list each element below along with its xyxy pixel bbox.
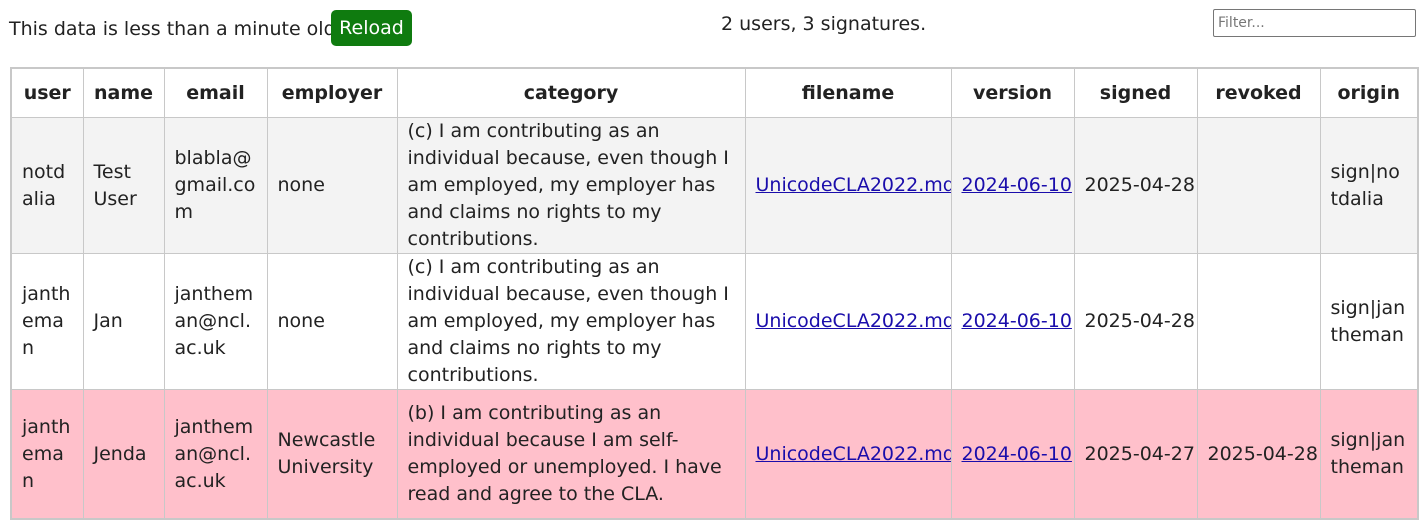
cell-origin: sign|notdalia	[1319, 117, 1419, 254]
summary-count-text: 2 users, 3 signatures.	[721, 13, 927, 35]
cell-name: Test User	[82, 117, 165, 254]
cell-email: blabla@gmail.com	[163, 117, 268, 254]
column-header-revoked[interactable]: revoked	[1196, 67, 1321, 118]
cell-filename: UnicodeCLA2022.md	[744, 117, 952, 254]
cell-signed: 2025-04-27	[1073, 389, 1198, 520]
toolbar: This data is less than a minute old. Rel…	[0, 0, 1424, 66]
version-link[interactable]: 2024-06-10	[962, 443, 1072, 465]
cell-origin: sign|jantheman	[1319, 389, 1419, 520]
cell-email: jantheman@ncl.ac.uk	[163, 389, 268, 520]
cell-signed: 2025-04-28	[1073, 117, 1198, 254]
cell-user: notdalia	[10, 117, 84, 254]
filename-link[interactable]: UnicodeCLA2022.md	[756, 310, 951, 332]
version-link[interactable]: 2024-06-10	[962, 174, 1072, 196]
column-header-category[interactable]: category	[396, 67, 746, 118]
cell-user: jantheman	[10, 389, 84, 520]
reload-button[interactable]: Reload	[331, 10, 412, 46]
column-header-signed[interactable]: signed	[1073, 67, 1198, 118]
filename-link[interactable]: UnicodeCLA2022.md	[756, 174, 951, 196]
data-freshness-text: This data is less than a minute old.	[9, 18, 342, 40]
cell-version: 2024-06-10	[950, 117, 1075, 254]
cell-filename: UnicodeCLA2022.md	[744, 389, 952, 520]
table-header: user name email employer category filena…	[10, 67, 1419, 118]
cell-filename: UnicodeCLA2022.md	[744, 253, 952, 390]
column-header-version[interactable]: version	[950, 67, 1075, 118]
cell-category: (c) I am contributing as an individual b…	[396, 253, 746, 390]
column-header-email[interactable]: email	[163, 67, 268, 118]
table-row: jantheman Jan jantheman@ncl.ac.uk none (…	[10, 253, 1419, 390]
column-header-employer[interactable]: employer	[266, 67, 398, 118]
table-row: notdalia Test User blabla@gmail.com none…	[10, 117, 1419, 254]
table-row-revoked: jantheman Jenda jantheman@ncl.ac.uk Newc…	[10, 389, 1419, 520]
cell-user: jantheman	[10, 253, 84, 390]
column-header-origin[interactable]: origin	[1319, 67, 1419, 118]
cell-version: 2024-06-10	[950, 389, 1075, 520]
cell-category: (b) I am contributing as an individual b…	[396, 389, 746, 520]
header-row: user name email employer category filena…	[10, 67, 1419, 118]
filename-link[interactable]: UnicodeCLA2022.md	[756, 443, 951, 465]
column-header-user[interactable]: user	[10, 67, 84, 118]
column-header-name[interactable]: name	[82, 67, 165, 118]
cell-name: Jenda	[82, 389, 165, 520]
cell-employer: none	[266, 117, 398, 254]
cell-category: (c) I am contributing as an individual b…	[396, 117, 746, 254]
column-header-filename[interactable]: filename	[744, 67, 952, 118]
table-body: notdalia Test User blabla@gmail.com none…	[10, 117, 1419, 520]
cell-revoked	[1196, 117, 1321, 254]
cell-version: 2024-06-10	[950, 253, 1075, 390]
cell-employer: none	[266, 253, 398, 390]
cell-employer: Newcastle University	[266, 389, 398, 520]
filter-input[interactable]	[1213, 9, 1416, 37]
cell-revoked	[1196, 253, 1321, 390]
signatures-table: user name email employer category filena…	[10, 67, 1419, 520]
version-link[interactable]: 2024-06-10	[962, 310, 1072, 332]
cell-revoked: 2025-04-28	[1196, 389, 1321, 520]
cell-name: Jan	[82, 253, 165, 390]
cell-signed: 2025-04-28	[1073, 253, 1198, 390]
cell-email: jantheman@ncl.ac.uk	[163, 253, 268, 390]
cell-origin: sign|jantheman	[1319, 253, 1419, 390]
